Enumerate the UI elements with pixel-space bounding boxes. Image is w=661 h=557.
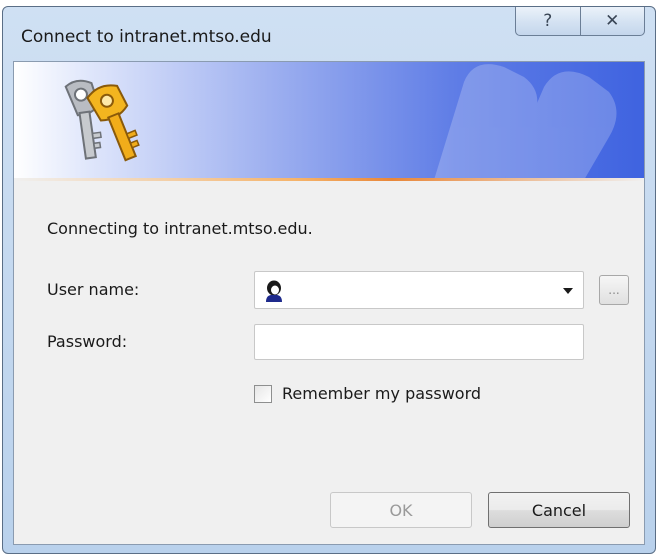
password-label: Password:: [47, 332, 128, 351]
remember-password-label[interactable]: Remember my password: [282, 384, 481, 403]
title-bar: Connect to intranet.mtso.edu ? ✕: [3, 7, 655, 61]
username-label: User name:: [47, 280, 140, 299]
banner-accent-stripe: [14, 178, 644, 181]
username-combobox[interactable]: [254, 271, 584, 309]
password-field[interactable]: [254, 324, 584, 360]
browse-users-button[interactable]: ...: [599, 275, 629, 305]
remember-password-checkbox[interactable]: [254, 385, 272, 403]
keys-watermark-icon: [434, 64, 617, 180]
caption-buttons: ? ✕: [515, 7, 645, 36]
credentials-dialog: Connect to intranet.mtso.edu ? ✕ Connect…: [2, 6, 656, 554]
close-icon: ✕: [605, 10, 620, 31]
chevron-down-icon[interactable]: [563, 288, 573, 294]
keys-icon: [64, 79, 140, 162]
dialog-body: Connecting to intranet.mtso.edu. User na…: [13, 61, 645, 545]
ok-button[interactable]: OK: [330, 492, 472, 528]
help-button[interactable]: ?: [515, 7, 580, 36]
close-button[interactable]: ✕: [579, 7, 645, 36]
help-icon: ?: [543, 10, 553, 31]
user-icon: [266, 280, 282, 302]
window-title: Connect to intranet.mtso.edu: [21, 27, 272, 47]
connection-message: Connecting to intranet.mtso.edu.: [47, 219, 313, 238]
cancel-button[interactable]: Cancel: [488, 492, 630, 528]
banner: [14, 62, 644, 180]
